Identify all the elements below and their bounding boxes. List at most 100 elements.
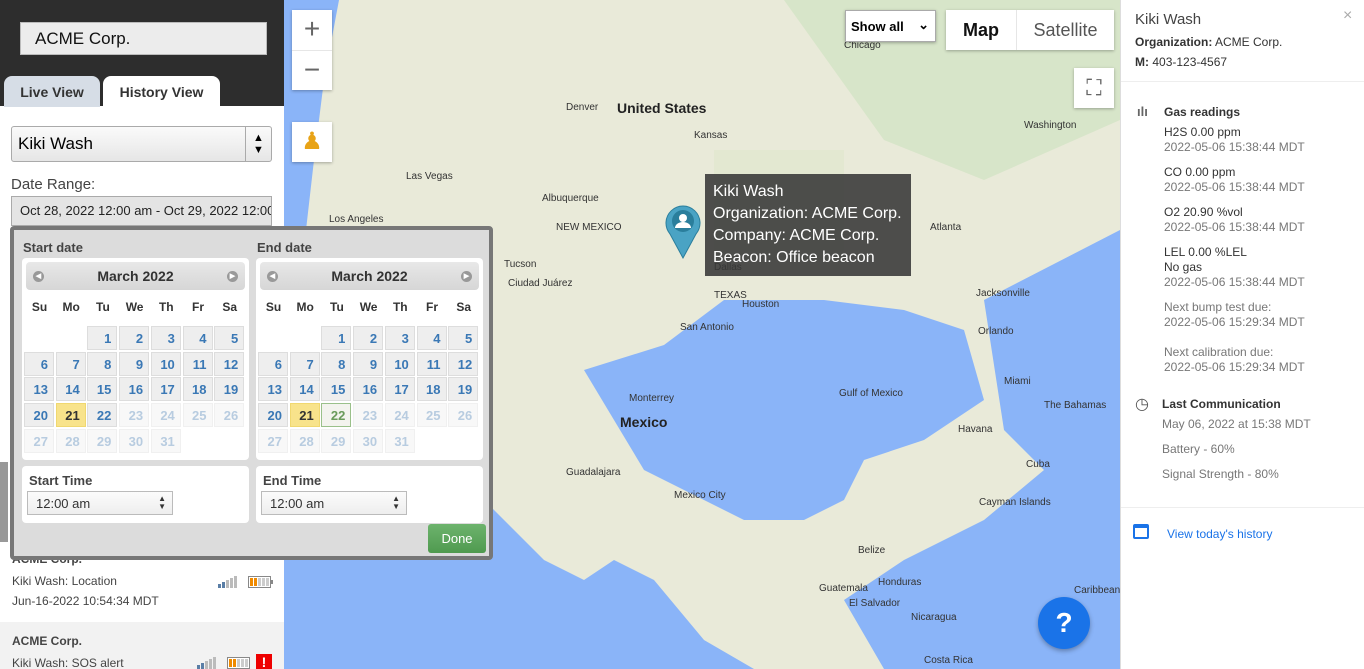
gas-reading: O2 20.90 %vol 2022-05-06 15:38:44 MDT xyxy=(1164,205,1305,235)
calendar-day[interactable]: 22 xyxy=(321,403,352,428)
calendar-day[interactable]: 4 xyxy=(182,326,213,350)
calendar-day[interactable]: 15 xyxy=(321,377,352,402)
calendar-day[interactable]: 20 xyxy=(258,403,288,428)
calendar-icon xyxy=(1133,524,1149,539)
calendar-day[interactable]: 17 xyxy=(150,377,181,402)
date-picker-popup: Start date End date March 2022 ◀ ▶ Su Mo Tu… xyxy=(10,226,493,560)
city-label: Belize xyxy=(858,545,886,556)
calendar-day[interactable]: 9 xyxy=(353,351,384,376)
calendar-day[interactable]: 21 xyxy=(289,403,320,428)
city-label: Orlando xyxy=(978,326,1014,337)
calendar-day[interactable]: 1 xyxy=(87,326,118,350)
calendar-day[interactable]: 1 xyxy=(321,326,352,350)
zoom-in-button[interactable]: + xyxy=(292,10,332,50)
calendar-day[interactable]: 18 xyxy=(416,377,447,402)
city-label: Denver xyxy=(566,102,599,113)
help-button[interactable]: ? xyxy=(1038,597,1090,649)
calendar-day[interactable]: 10 xyxy=(150,351,181,376)
map-pin-icon[interactable] xyxy=(664,204,702,265)
calendar-day[interactable]: 19 xyxy=(448,377,479,402)
scrollbar[interactable] xyxy=(0,462,8,542)
gas-time: 2022-05-06 15:38:44 MDT xyxy=(1164,220,1305,234)
city-label: Jacksonville xyxy=(976,288,1030,299)
tab-history-view[interactable]: History View xyxy=(103,76,220,107)
calendar-day: 23 xyxy=(353,403,384,428)
calendar-day: 24 xyxy=(384,403,415,428)
map-type-map[interactable]: Map xyxy=(946,10,1016,50)
calendar-day[interactable]: 3 xyxy=(150,326,181,350)
calendar-day[interactable]: 17 xyxy=(384,377,415,402)
calendar-day[interactable]: 3 xyxy=(384,326,415,350)
end-time-select[interactable]: 12:00 am ▲ ▼ xyxy=(261,491,407,515)
done-button[interactable]: Done xyxy=(428,524,486,553)
calendar-day[interactable]: 2 xyxy=(119,326,150,350)
calendar-day[interactable]: 13 xyxy=(24,377,54,402)
calendar-day[interactable]: 11 xyxy=(416,351,447,376)
weekday-label: Fr xyxy=(192,300,204,314)
map-type-satellite[interactable]: Satellite xyxy=(1016,10,1114,50)
calendar-day[interactable]: 16 xyxy=(353,377,384,402)
calendar-day[interactable]: 6 xyxy=(258,351,288,376)
gas-time: 2022-05-06 15:38:44 MDT xyxy=(1164,180,1305,194)
weekday-label: Th xyxy=(158,300,174,314)
prev-month-icon[interactable]: ◀ xyxy=(267,271,278,282)
calendar-day[interactable]: 8 xyxy=(87,351,118,376)
calendar-day[interactable]: 11 xyxy=(182,351,213,376)
fullscreen-icon[interactable]: ⛶ xyxy=(1074,68,1114,108)
calendar-day[interactable]: 7 xyxy=(289,351,320,376)
organization-field[interactable]: ACME Corp. xyxy=(20,22,267,55)
org-label: Organization: xyxy=(1135,35,1213,49)
calendar-day[interactable]: 14 xyxy=(289,377,320,402)
weekday-label: Fr xyxy=(426,300,438,314)
street-view-pegman-icon[interactable]: ♟ xyxy=(292,122,332,162)
zoom-out-button[interactable]: − xyxy=(292,50,332,90)
calendar-day[interactable]: 12 xyxy=(448,351,479,376)
next-month-icon[interactable]: ▶ xyxy=(227,271,238,282)
city-label: NEW MEXICO xyxy=(556,222,622,233)
view-history-link[interactable]: View today's history xyxy=(1167,527,1272,541)
prev-month-icon[interactable]: ◀ xyxy=(33,271,44,282)
gas-value: O2 20.90 %vol xyxy=(1164,205,1243,219)
filter-select[interactable]: Show all ⌄ xyxy=(845,10,936,42)
device-name: Kiki Wash xyxy=(1135,11,1202,28)
calendar-day[interactable]: 5 xyxy=(214,326,245,350)
calendar-day[interactable]: 2 xyxy=(353,326,384,350)
phone-label: M: xyxy=(1135,55,1149,69)
close-icon[interactable]: × xyxy=(1343,7,1352,25)
gas-value: H2S 0.00 ppm xyxy=(1164,125,1241,139)
calendar-day: 25 xyxy=(182,403,213,428)
calendar-header: March 2022 ◀ ▶ xyxy=(26,262,245,290)
calendar-day[interactable]: 7 xyxy=(55,351,86,376)
weekday-label: Sa xyxy=(456,300,472,314)
date-range-label: Date Range: xyxy=(11,176,96,193)
calendar-day[interactable]: 9 xyxy=(119,351,150,376)
device-select[interactable]: Kiki Wash ▲ ▼ xyxy=(11,126,272,162)
calendar-day[interactable]: 22 xyxy=(87,403,118,428)
calendar-day[interactable]: 8 xyxy=(321,351,352,376)
calendar-day[interactable]: 5 xyxy=(448,326,479,350)
calendar-day[interactable]: 21 xyxy=(55,403,86,428)
calendar-day[interactable]: 19 xyxy=(214,377,245,402)
tooltip-company: Company: ACME Corp. xyxy=(713,227,880,244)
gas-reading: H2S 0.00 ppm 2022-05-06 15:38:44 MDT xyxy=(1164,125,1305,155)
calendar-day[interactable]: 10 xyxy=(384,351,415,376)
select-arrows-icon: ▲ ▼ xyxy=(245,127,271,161)
next-month-icon[interactable]: ▶ xyxy=(461,271,472,282)
calendar-day[interactable]: 15 xyxy=(87,377,118,402)
start-date-label: Start date xyxy=(23,240,83,255)
start-time-label: Start Time xyxy=(29,473,93,488)
date-range-input[interactable]: Oct 28, 2022 12:00 am - Oct 29, 2022 12:… xyxy=(11,196,272,226)
calendar-day[interactable]: 20 xyxy=(24,403,54,428)
weekday-label: Tu xyxy=(96,300,110,314)
calendar-day[interactable]: 13 xyxy=(258,377,288,402)
tab-live-view[interactable]: Live View xyxy=(4,76,100,107)
battery-icon xyxy=(227,656,252,669)
calendar-day[interactable]: 16 xyxy=(119,377,150,402)
calendar-day[interactable]: 12 xyxy=(214,351,245,376)
calendar-day[interactable]: 6 xyxy=(24,351,54,376)
calendar-day[interactable]: 14 xyxy=(55,377,86,402)
calendar-day[interactable]: 4 xyxy=(416,326,447,350)
tooltip-beacon: Beacon: Office beacon xyxy=(713,249,875,266)
calendar-day[interactable]: 18 xyxy=(182,377,213,402)
start-time-select[interactable]: 12:00 am ▲ ▼ xyxy=(27,491,173,515)
